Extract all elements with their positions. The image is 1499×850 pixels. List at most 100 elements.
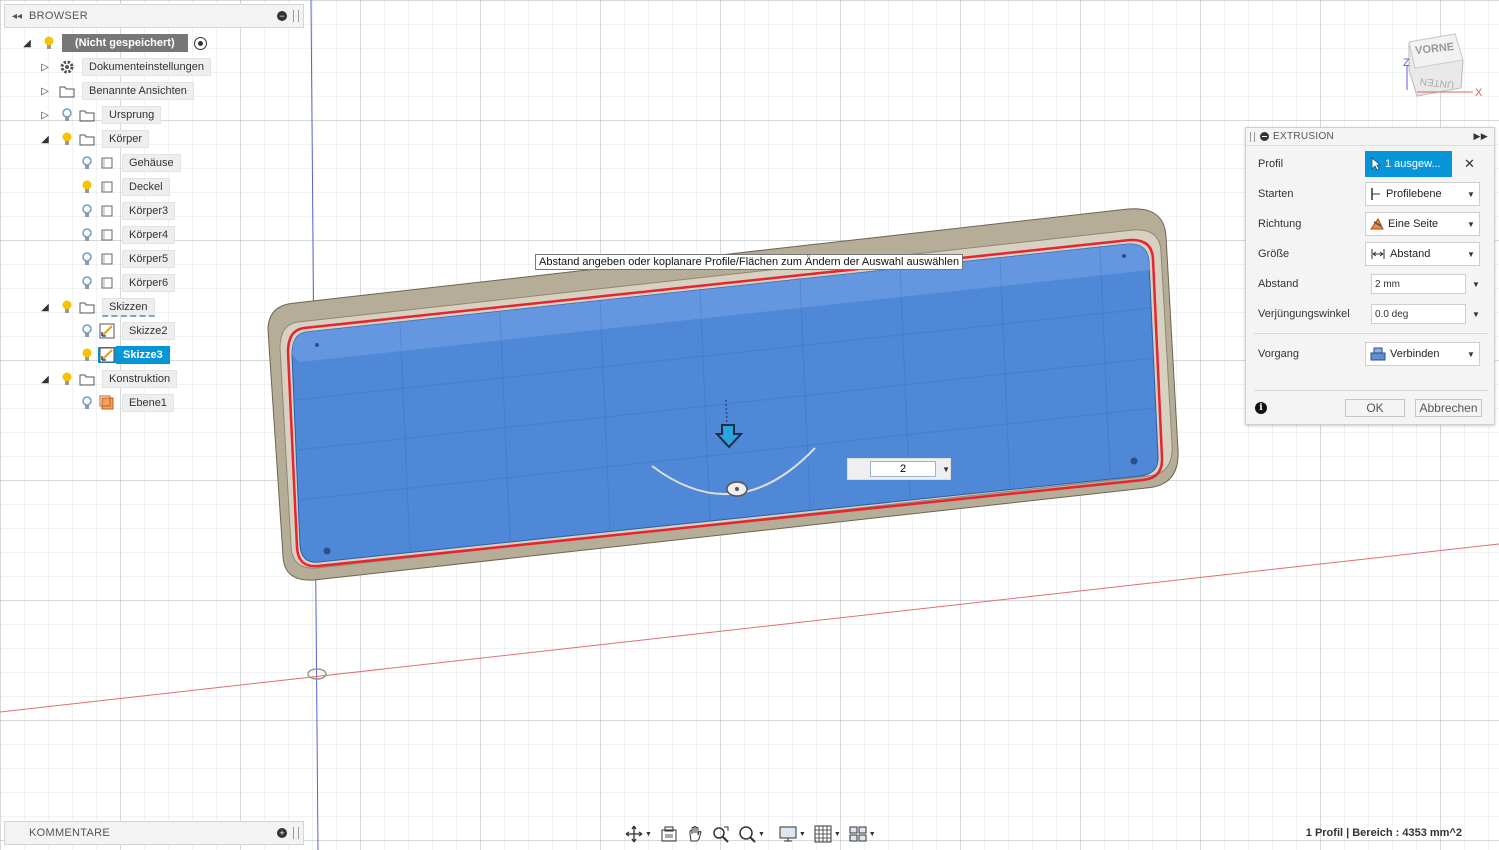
clear-selection-icon[interactable]: ✕ <box>1464 156 1475 172</box>
distance-input[interactable] <box>870 461 937 477</box>
tree-root[interactable]: ◢ (Nicht gespeichert) <box>20 32 207 54</box>
lightbulb-off-icon[interactable] <box>80 323 94 339</box>
chevron-down-icon[interactable]: ▼ <box>834 831 841 838</box>
tree-item-body-6[interactable]: Körper6 <box>80 272 176 294</box>
look-at-tool[interactable] <box>658 823 680 845</box>
collapsed-triangle-icon[interactable]: ▷ <box>38 108 52 122</box>
separator <box>1254 390 1488 391</box>
row-operation: Vorgang Verbinden ▼ <box>1246 340 1496 368</box>
distance-field[interactable]: 2 mm <box>1371 274 1466 294</box>
body-icon <box>98 203 116 219</box>
expanded-triangle-icon[interactable]: ◢ <box>38 132 52 146</box>
lightbulb-off-icon[interactable] <box>80 395 94 411</box>
orbit-tool[interactable]: ▼ <box>623 823 654 845</box>
grid-settings-tool[interactable]: ▼ <box>812 823 843 845</box>
corner-dot <box>1122 254 1126 258</box>
panel-grip-icon[interactable] <box>293 10 299 22</box>
row-extent: Größe Abstand ▼ <box>1246 240 1496 268</box>
taper-angle-field[interactable]: 0.0 deg <box>1371 304 1466 324</box>
lightbulb-on-icon[interactable] <box>80 347 94 363</box>
minimize-icon[interactable] <box>1260 132 1269 141</box>
chevron-down-icon[interactable]: ▼ <box>869 831 876 838</box>
tree-item-body-4[interactable]: Körper4 <box>80 224 176 246</box>
minimize-icon[interactable]: − <box>277 11 287 21</box>
lightbulb-on-icon[interactable] <box>42 35 56 51</box>
expand-dialog-icon[interactable]: ▶▶ <box>1474 131 1488 142</box>
dialog-grip-icon[interactable] <box>1250 131 1255 142</box>
chevron-down-icon[interactable]: ▼ <box>799 831 806 838</box>
lightbulb-off-icon[interactable] <box>80 155 94 171</box>
lightbulb-off-icon[interactable] <box>80 203 94 219</box>
collapsed-triangle-icon[interactable]: ▷ <box>38 60 52 74</box>
operation-label: Vorgang <box>1258 348 1299 360</box>
selection-status: 1 Profil | Bereich : 4353 mm^2 <box>1305 827 1462 839</box>
chevron-down-icon[interactable]: ▼ <box>1472 310 1480 319</box>
tree-item-label: Ursprung <box>102 106 162 124</box>
tree-item-body-gehaeuse[interactable]: Gehäuse <box>80 152 181 174</box>
tree-item-sketch-3[interactable]: Skizze3 <box>80 344 170 366</box>
view-cube[interactable]: VORNE UNTEN X Z <box>1395 30 1485 108</box>
browser-header[interactable]: ◂◂ BROWSER − <box>4 4 304 28</box>
sketch-icon <box>98 323 116 339</box>
lightbulb-off-icon[interactable] <box>80 251 94 267</box>
display-settings-tool[interactable]: ▼ <box>777 823 808 845</box>
lightbulb-on-icon[interactable] <box>60 299 74 315</box>
tree-item-construction[interactable]: ◢ Konstruktion <box>38 368 178 390</box>
lightbulb-off-icon[interactable] <box>80 227 94 243</box>
x-axis-label: X <box>1475 87 1483 99</box>
comments-header[interactable]: KOMMENTARE + <box>4 821 304 845</box>
tree-item-body-deckel[interactable]: Deckel <box>80 176 170 198</box>
add-comment-icon[interactable]: + <box>277 828 287 838</box>
tree-item-label: Gehäuse <box>122 154 181 172</box>
folder-icon <box>78 299 96 315</box>
cursor-icon <box>1371 157 1381 171</box>
document-label[interactable]: (Nicht gespeichert) <box>62 34 188 52</box>
lightbulb-on-icon[interactable] <box>80 179 94 195</box>
viewports-tool[interactable]: ▼ <box>847 823 878 845</box>
distance-label: Abstand <box>1258 278 1299 290</box>
taper-angle-label: Verjüngungswinkel <box>1258 308 1350 320</box>
expanded-triangle-icon[interactable]: ◢ <box>38 300 52 314</box>
lightbulb-on-icon[interactable] <box>60 131 74 147</box>
tree-item-body-3[interactable]: Körper3 <box>80 200 176 222</box>
distance-manipulator-box: ▼ <box>847 458 951 480</box>
zoom-fit-tool[interactable]: ▼ <box>736 823 767 845</box>
tree-item-sketch-2[interactable]: Skizze2 <box>80 320 175 342</box>
monitor-icon <box>779 826 797 842</box>
zoom-tool[interactable] <box>710 823 732 845</box>
chevron-down-icon[interactable]: ▼ <box>645 831 652 838</box>
profile-selection-button[interactable]: 1 ausgew... <box>1365 151 1452 177</box>
chevron-down-icon[interactable]: ▼ <box>758 831 765 838</box>
activate-icon[interactable] <box>193 36 207 50</box>
cancel-button[interactable]: Abbrechen <box>1415 399 1482 417</box>
tree-item-plane-1[interactable]: Ebene1 <box>80 392 174 414</box>
dialog-header[interactable]: EXTRUSION ▶▶ <box>1246 128 1494 146</box>
tree-item-body-5[interactable]: Körper5 <box>80 248 176 270</box>
lightbulb-off-icon[interactable] <box>60 107 74 123</box>
tree-item-label: Körper6 <box>122 274 176 292</box>
tree-item-document-settings[interactable]: ▷ Dokumenteinstellungen <box>38 56 211 78</box>
collapse-panel-icon[interactable]: ◂◂ <box>5 11 29 22</box>
body-icon <box>98 179 116 195</box>
chevron-down-icon[interactable]: ▼ <box>942 465 950 474</box>
panel-grip-icon[interactable] <box>293 827 299 839</box>
tree-item-label: Benannte Ansichten <box>82 82 194 100</box>
chevron-down-icon[interactable]: ▼ <box>1472 280 1480 289</box>
info-icon[interactable]: i <box>1255 402 1267 414</box>
direction-select[interactable]: Eine Seite ▼ <box>1365 212 1480 236</box>
tree-item-bodies[interactable]: ◢ Körper <box>38 128 150 150</box>
tree-item-sketches[interactable]: ◢ Skizzen <box>38 296 155 318</box>
lightbulb-off-icon[interactable] <box>80 275 94 291</box>
expanded-triangle-icon[interactable]: ◢ <box>38 372 52 386</box>
ok-button[interactable]: OK <box>1345 399 1405 417</box>
operation-select[interactable]: Verbinden ▼ <box>1365 342 1480 366</box>
tree-item-named-views[interactable]: ▷ Benannte Ansichten <box>38 80 194 102</box>
start-select[interactable]: Profilebene ▼ <box>1365 182 1480 206</box>
pan-tool[interactable] <box>684 823 706 845</box>
collapsed-triangle-icon[interactable]: ▷ <box>38 84 52 98</box>
expanded-triangle-icon[interactable]: ◢ <box>20 36 34 50</box>
extent-select[interactable]: Abstand ▼ <box>1365 242 1480 266</box>
lightbulb-on-icon[interactable] <box>60 371 74 387</box>
tree-item-label: Deckel <box>122 178 170 196</box>
tree-item-origin[interactable]: ▷ Ursprung <box>38 104 162 126</box>
